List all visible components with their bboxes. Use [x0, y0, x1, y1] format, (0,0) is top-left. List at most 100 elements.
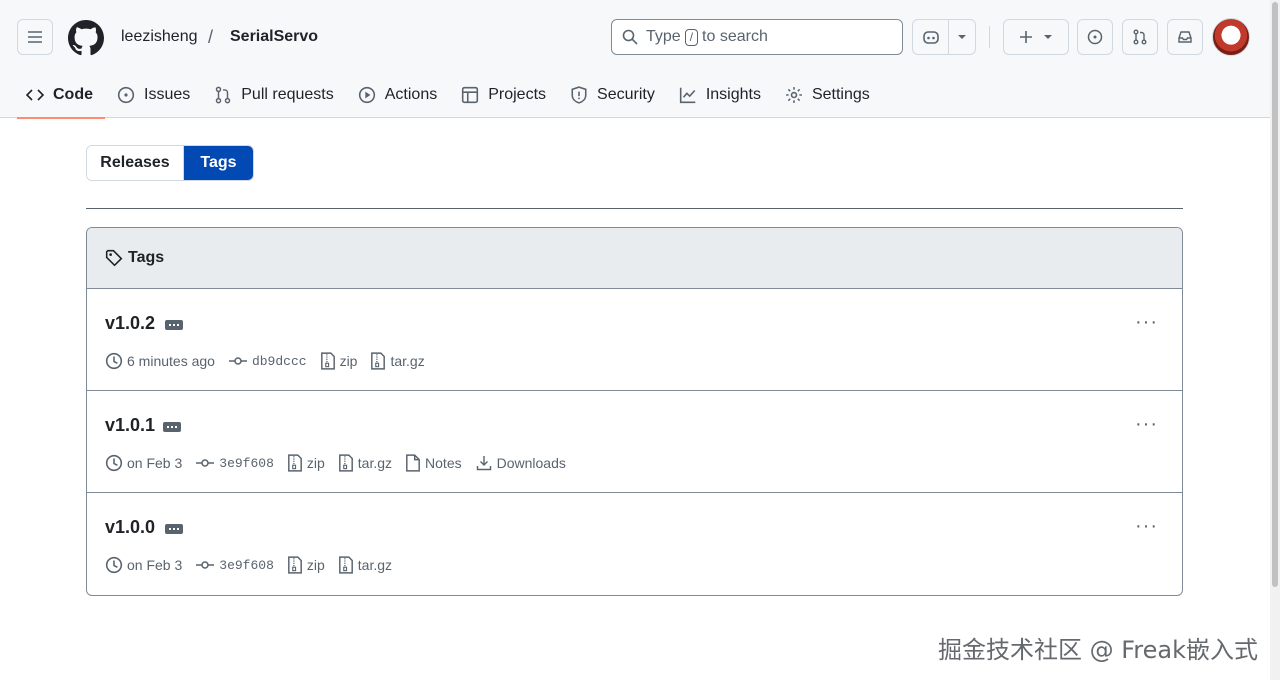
issue-opened-icon: [117, 86, 135, 104]
tab-label: Projects: [488, 86, 547, 103]
user-avatar[interactable]: [1212, 18, 1250, 56]
watermark: 掘金技术社区 @ Freak嵌入式: [937, 636, 1258, 664]
tab-actions[interactable]: Actions: [349, 72, 449, 118]
tag-meta: 6 minutes ago db9dccc zip tar.gz: [105, 352, 438, 370]
git-pull-request-icon: [1133, 29, 1147, 45]
code-icon: [26, 89, 44, 101]
github-logo-icon[interactable]: [68, 20, 104, 56]
file-icon: [406, 454, 420, 472]
tag-meta: on Feb 3 3e9f608 zip tar.gz Notes Downlo…: [105, 454, 579, 472]
tab-projects[interactable]: Projects: [452, 72, 558, 118]
tab-security[interactable]: Security: [561, 72, 667, 118]
commit-sha: 3e9f608: [219, 455, 274, 471]
more-options-button[interactable]: ···: [1135, 515, 1158, 538]
page-scrollbar[interactable]: [1270, 0, 1280, 680]
tab-issues[interactable]: Issues: [108, 72, 202, 118]
targz-download-link[interactable]: tar.gz: [338, 556, 392, 574]
clock-icon: [105, 454, 123, 472]
targz-download-link[interactable]: tar.gz: [338, 454, 392, 472]
shield-icon: [571, 86, 587, 104]
zip-download-link[interactable]: zip: [287, 454, 325, 472]
targz-download-link[interactable]: tar.gz: [370, 352, 425, 370]
file-zip-icon: [338, 556, 353, 574]
git-pull-request-icon: [215, 86, 231, 104]
tag-time: on Feb 3: [105, 454, 182, 472]
commit-link[interactable]: db9dccc: [228, 353, 307, 369]
targz-label: tar.gz: [357, 455, 393, 471]
zip-download-link[interactable]: zip: [320, 352, 357, 370]
tab-label: Security: [597, 86, 655, 103]
ellipsis-expander-button[interactable]: [165, 524, 183, 534]
tag-row: v1.0.0 ··· on Feb 3 3e9f608 zip tar.gz: [87, 493, 1182, 595]
header-divider: [989, 26, 990, 48]
tag-icon: [105, 249, 123, 267]
tab-pull-requests[interactable]: Pull requests: [205, 72, 346, 118]
more-options-button[interactable]: ···: [1135, 413, 1158, 436]
tab-label: Insights: [705, 86, 761, 103]
downloads-link[interactable]: Downloads: [475, 455, 566, 471]
tag-meta: on Feb 3 3e9f608 zip tar.gz: [105, 556, 405, 574]
scrollbar-thumb[interactable]: [1272, 2, 1278, 587]
your-issues-button[interactable]: [1077, 19, 1113, 55]
git-commit-icon: [196, 459, 215, 467]
tags-toggle-button[interactable]: Tags: [184, 146, 253, 180]
zip-download-link[interactable]: zip: [287, 556, 325, 574]
play-icon: [358, 86, 375, 104]
tags-box: Tags v1.0.2 ··· 6 minutes ago db9dccc zi…: [86, 227, 1183, 596]
tag-name-link[interactable]: v1.0.2: [105, 313, 155, 334]
search-prefix: Type: [646, 28, 681, 45]
search-suffix: to search: [702, 28, 768, 45]
zip-label: zip: [306, 557, 325, 573]
zip-label: zip: [306, 455, 325, 471]
file-zip-icon: [287, 454, 302, 472]
releases-toggle-button[interactable]: Releases: [87, 146, 184, 180]
tags-box-header: Tags: [87, 228, 1182, 289]
commit-link[interactable]: 3e9f608: [195, 455, 274, 471]
git-commit-icon: [228, 357, 247, 365]
file-zip-icon: [338, 454, 353, 472]
commit-sha: db9dccc: [251, 353, 307, 369]
copilot-dropdown-button[interactable]: [949, 20, 975, 54]
releases-tags-toggle: Releases Tags: [86, 145, 254, 181]
tab-settings[interactable]: Settings: [776, 72, 882, 118]
section-divider: [86, 208, 1183, 209]
more-options-button[interactable]: ···: [1135, 311, 1158, 334]
tag-time-text: 6 minutes ago: [127, 353, 215, 369]
tab-label: Code: [53, 86, 93, 103]
table-icon: [462, 86, 479, 104]
commit-link[interactable]: 3e9f608: [195, 557, 274, 573]
search-shortcut-key: /: [684, 28, 699, 46]
release-notes-link[interactable]: Notes: [405, 454, 462, 472]
tag-name-link[interactable]: v1.0.1: [105, 415, 155, 436]
search-input[interactable]: Type / to search: [611, 19, 903, 55]
tab-label: Settings: [811, 86, 870, 103]
copilot-button[interactable]: [913, 20, 950, 54]
hamburger-icon: [28, 31, 42, 43]
your-pull-requests-button[interactable]: [1122, 19, 1158, 55]
breadcrumb-separator: /: [208, 27, 214, 47]
inbox-icon: [1178, 31, 1192, 43]
top-bar: leezisheng / SerialServo Type / to searc…: [0, 0, 1280, 72]
file-zip-icon: [287, 556, 302, 574]
ellipsis-expander-button[interactable]: [165, 320, 183, 330]
triangle-down-icon: [1044, 35, 1052, 39]
tab-code[interactable]: Code: [17, 72, 105, 119]
file-zip-icon: [371, 352, 386, 370]
download-icon: [476, 456, 491, 471]
breadcrumb-repo[interactable]: SerialServo: [230, 28, 318, 46]
search-placeholder: Type / to search: [646, 28, 768, 46]
menu-button[interactable]: [17, 19, 53, 55]
create-new-button[interactable]: [1003, 19, 1069, 55]
clock-icon: [105, 556, 123, 574]
graph-icon: [679, 87, 696, 104]
inbox-button[interactable]: [1167, 19, 1203, 55]
copilot-button-group: [912, 19, 976, 55]
tag-row: v1.0.2 ··· 6 minutes ago db9dccc zip tar…: [87, 289, 1182, 391]
tab-insights[interactable]: Insights: [670, 72, 773, 118]
gear-icon: [786, 87, 802, 103]
app-header: leezisheng / SerialServo Type / to searc…: [0, 0, 1280, 119]
tag-name-link[interactable]: v1.0.0: [105, 517, 155, 538]
ellipsis-expander-button[interactable]: [163, 422, 181, 432]
tag-time-text: on Feb 3: [127, 455, 183, 471]
breadcrumb-owner[interactable]: leezisheng: [121, 28, 198, 46]
